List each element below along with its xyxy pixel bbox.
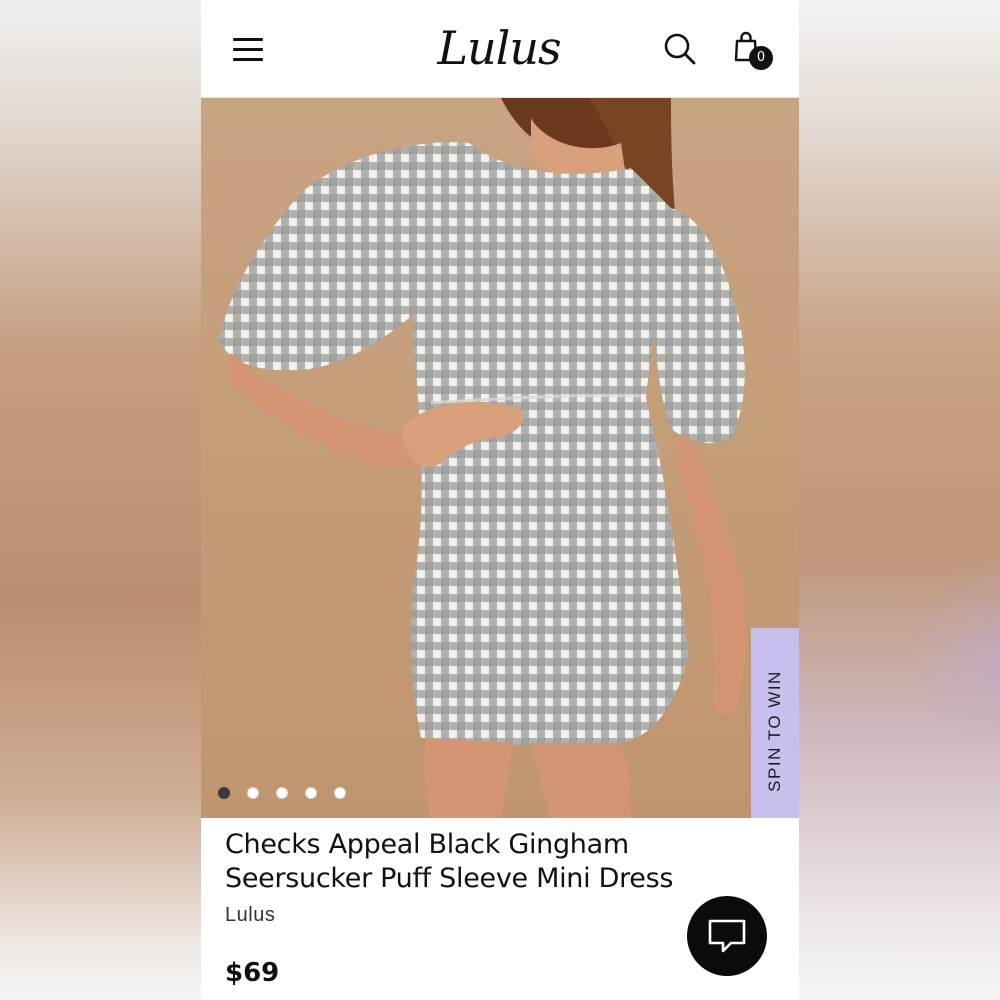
product-title: Checks Appeal Black Gingham Seersucker P… xyxy=(225,829,674,894)
cart-button[interactable]: 0 xyxy=(731,28,775,72)
carousel-dot[interactable] xyxy=(334,787,346,799)
mobile-page: Lulus 0 SPIN TO WIN Checks Appeal Black … xyxy=(201,0,799,1000)
dress-photo xyxy=(201,98,799,818)
image-carousel-dots xyxy=(218,787,346,801)
chat-button[interactable] xyxy=(687,896,767,976)
lulus-logo[interactable]: Lulus xyxy=(437,18,561,78)
product-image[interactable]: SPIN TO WIN xyxy=(201,98,799,818)
search-button[interactable] xyxy=(663,32,697,66)
carousel-dot[interactable] xyxy=(218,787,230,799)
product-price: $69 xyxy=(225,958,280,988)
carousel-dot[interactable] xyxy=(305,787,317,799)
background-blur-left xyxy=(0,0,201,1000)
background-blur-right xyxy=(799,0,1000,1000)
menu-button[interactable] xyxy=(233,36,265,62)
carousel-dot[interactable] xyxy=(247,787,259,799)
spin-to-win-label: SPIN TO WIN xyxy=(765,670,784,792)
carousel-dot[interactable] xyxy=(276,787,288,799)
cart-count-badge: 0 xyxy=(749,46,773,70)
chat-bubble-icon xyxy=(708,919,746,953)
spin-to-win-tab[interactable]: SPIN TO WIN xyxy=(751,628,799,818)
site-header: Lulus 0 xyxy=(201,0,799,98)
search-icon xyxy=(664,33,696,65)
hamburger-menu-icon xyxy=(233,38,263,41)
product-brand[interactable]: Lulus xyxy=(225,904,275,927)
